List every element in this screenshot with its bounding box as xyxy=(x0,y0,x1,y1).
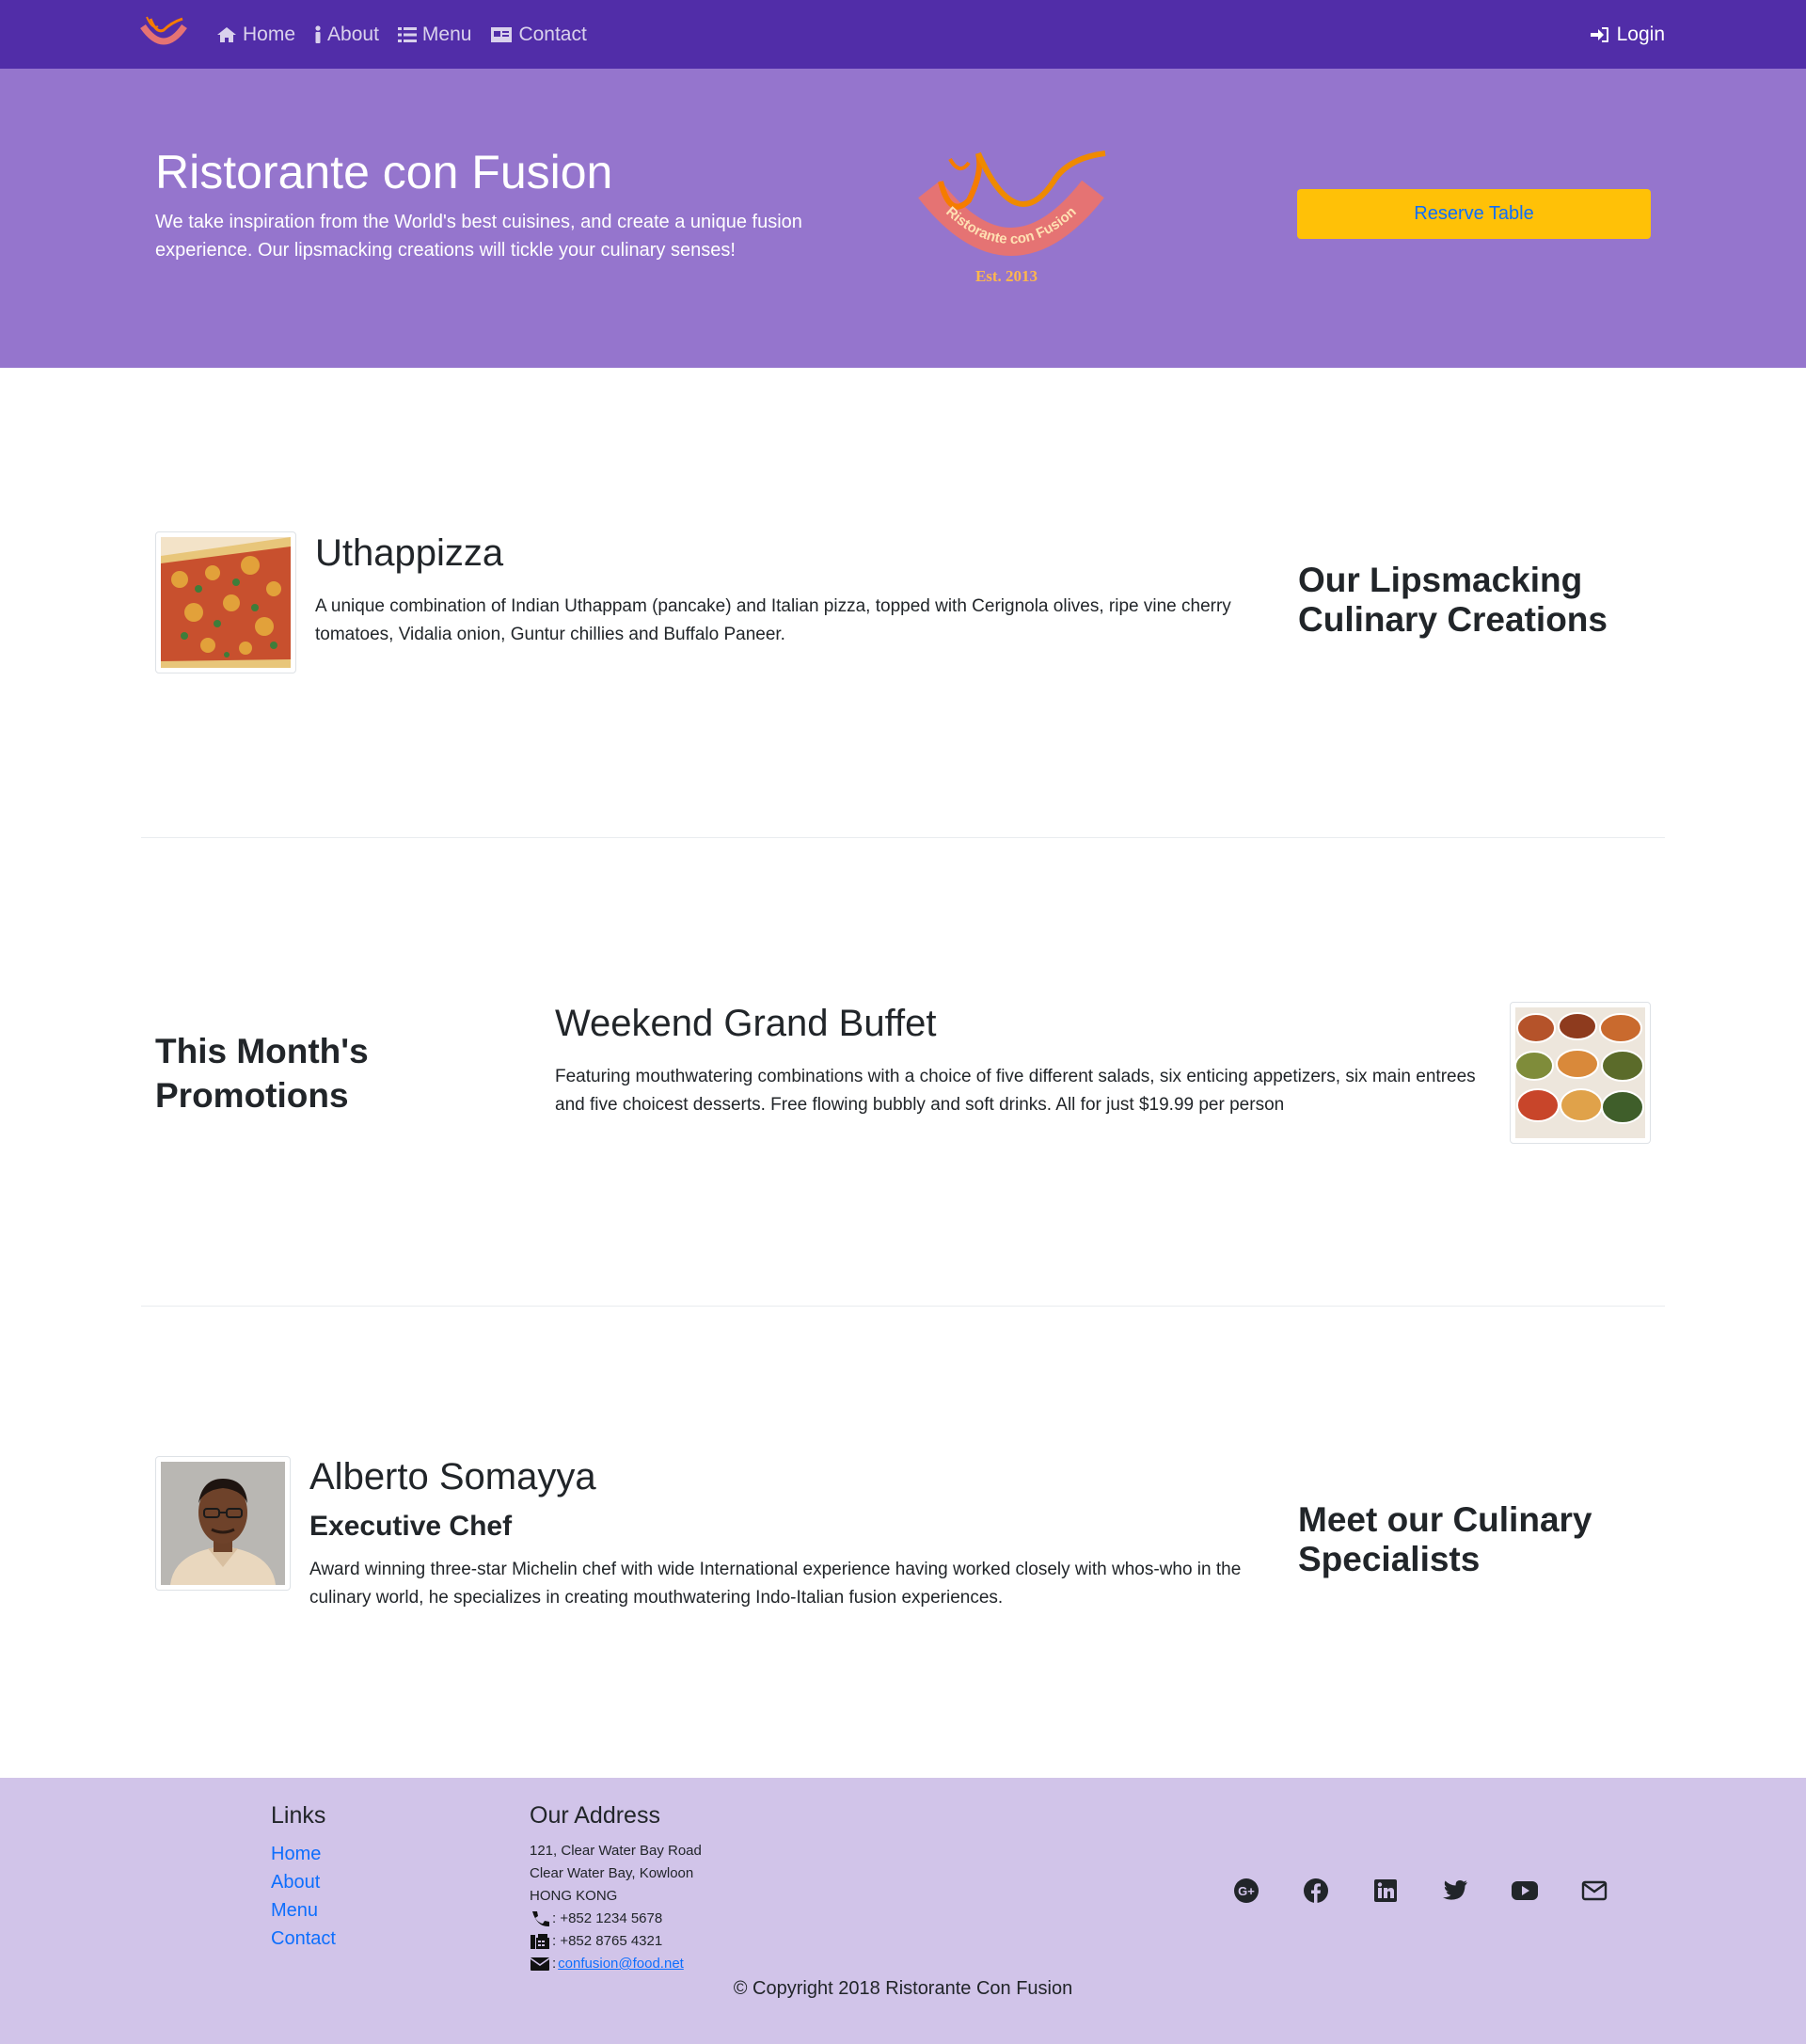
linkedin-icon[interactable] xyxy=(1371,1877,1400,1905)
nav-contact[interactable]: Contact xyxy=(490,23,587,46)
sign-in-icon xyxy=(1590,26,1608,42)
nav-menu-label: Menu xyxy=(421,23,472,45)
login-link[interactable]: Login xyxy=(1590,0,1665,69)
logo-est-text: Est. 2013 xyxy=(975,267,1038,285)
leader-image xyxy=(155,1456,291,1591)
footer-link-contact[interactable]: Contact xyxy=(271,1928,336,1949)
hero-title: Ristorante con Fusion xyxy=(155,146,613,198)
envelope-icon[interactable] xyxy=(1580,1877,1608,1905)
dish-name: Uthappizza xyxy=(315,532,504,574)
promotion-description: Featuring mouthwatering combinations wit… xyxy=(555,1067,1476,1115)
navbar: Home About Menu Contact Login xyxy=(0,0,1806,69)
footer-address: 121, Clear Water Bay Road Clear Water Ba… xyxy=(530,1840,702,1975)
divider xyxy=(141,837,1665,838)
promotion-name: Weekend Grand Buffet xyxy=(555,1003,937,1044)
hero-text: We take inspiration from the World's bes… xyxy=(155,212,802,261)
fax-line: : +852 8765 4321 xyxy=(530,1930,702,1953)
nav-about[interactable]: About xyxy=(314,24,379,46)
address-line: 121, Clear Water Bay Road xyxy=(530,1843,702,1859)
email-line: : confusion@food.net xyxy=(530,1953,702,1975)
address-line: Clear Water Bay, Kowloon xyxy=(530,1865,694,1881)
footer-link-home[interactable]: Home xyxy=(271,1844,321,1864)
home-icon xyxy=(217,26,236,42)
brand-logo[interactable] xyxy=(139,13,188,55)
nav-menu[interactable]: Menu xyxy=(397,23,472,46)
fax-icon xyxy=(531,1934,549,1949)
footer-link-menu[interactable]: Menu xyxy=(271,1900,318,1921)
fax-number: : +852 8765 4321 xyxy=(552,1933,663,1949)
phone-number: : +852 1234 5678 xyxy=(552,1910,663,1926)
footer-links: Home About Menu Contact xyxy=(271,1840,336,1953)
phone-icon xyxy=(532,1911,549,1927)
nav-links: Home About Menu Contact xyxy=(216,0,587,69)
leader-designation: Executive Chef xyxy=(309,1511,513,1542)
phone-line: : +852 1234 5678 xyxy=(530,1908,702,1930)
nav-about-label: About xyxy=(327,23,379,45)
info-icon xyxy=(315,24,321,43)
dish-description: A unique combination of Indian Uthappam … xyxy=(315,596,1231,644)
promotion-section-heading: This Month's Promotions xyxy=(155,1032,369,1115)
email-link[interactable]: confusion@food.net xyxy=(558,1953,684,1975)
envelope-icon xyxy=(530,1957,550,1971)
dish-image xyxy=(155,531,296,673)
copyright: © Copyright 2018 Ristorante Con Fusion xyxy=(733,1978,1073,1999)
social-links: G+ xyxy=(1232,1877,1608,1905)
dish-section-heading: Our Lipsmacking Culinary Creations xyxy=(1298,561,1608,639)
reserve-table-button[interactable]: Reserve Table xyxy=(1297,189,1651,239)
email-prefix: : xyxy=(552,1956,557,1972)
restaurant-logo: Ristorante con Fusion Est. 2013 xyxy=(912,144,1110,285)
address-card-icon xyxy=(491,26,513,42)
svg-text:G+: G+ xyxy=(1238,1884,1255,1898)
footer-link-about[interactable]: About xyxy=(271,1872,320,1893)
login-label: Login xyxy=(1616,23,1665,45)
list-icon xyxy=(397,26,417,42)
footer-address-heading: Our Address xyxy=(530,1802,660,1829)
nav-home-label: Home xyxy=(243,23,296,45)
nav-contact-label: Contact xyxy=(518,23,587,45)
promotion-image xyxy=(1510,1002,1651,1144)
footer-links-heading: Links xyxy=(271,1802,326,1829)
nav-home[interactable]: Home xyxy=(216,24,295,46)
facebook-icon[interactable] xyxy=(1302,1877,1330,1905)
google-plus-icon[interactable]: G+ xyxy=(1232,1877,1260,1905)
address-line: HONG KONG xyxy=(530,1888,618,1904)
divider xyxy=(141,1306,1665,1307)
youtube-icon[interactable] xyxy=(1511,1877,1539,1905)
leader-description: Award winning three-star Michelin chef w… xyxy=(309,1560,1242,1608)
footer: Links Home About Menu Contact Our Addres… xyxy=(0,1778,1806,2044)
leader-name: Alberto Somayya xyxy=(309,1456,596,1497)
leader-section-heading: Meet our Culinary Specialists xyxy=(1298,1500,1592,1578)
jumbotron: Ristorante con Fusion We take inspiratio… xyxy=(0,69,1806,368)
twitter-icon[interactable] xyxy=(1441,1877,1469,1905)
